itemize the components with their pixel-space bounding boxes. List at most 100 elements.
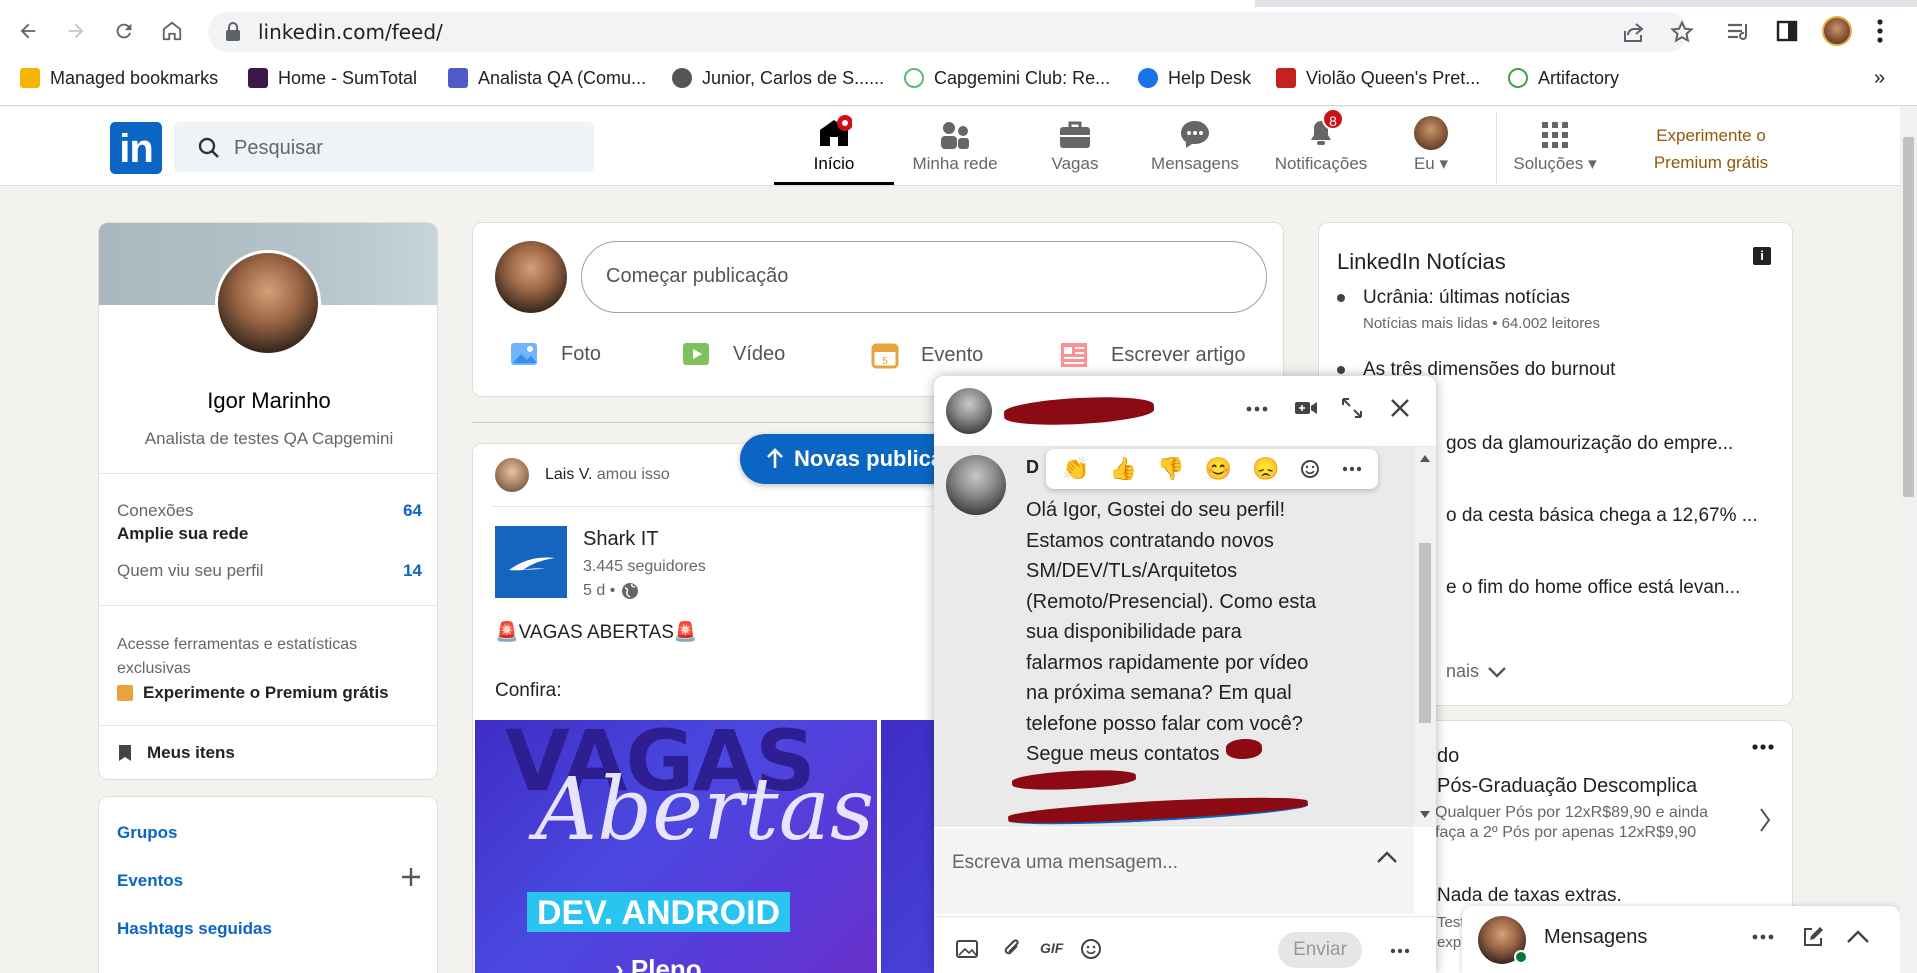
profile-avatar[interactable] — [1822, 16, 1852, 46]
more-bookmarks-icon[interactable]: » — [1874, 66, 1885, 90]
chevron-right-icon[interactable] — [1759, 807, 1771, 833]
connections-row[interactable]: Conexões Amplie sua rede 64 — [117, 501, 422, 544]
linkedin-logo[interactable]: in — [110, 122, 162, 174]
profile-photo[interactable] — [215, 250, 321, 356]
add-event-icon[interactable] — [399, 865, 423, 889]
info-icon[interactable]: i — [1753, 247, 1771, 265]
me-avatar — [1414, 116, 1448, 150]
bookmark-capgemini[interactable]: Capgemini Club: Re... — [904, 66, 1110, 90]
messaging-bar[interactable]: Mensagens — [1462, 906, 1900, 973]
ad-more-icon[interactable] — [1751, 743, 1775, 751]
expand-icon[interactable] — [1340, 396, 1364, 420]
viewers-count: 14 — [403, 561, 422, 580]
search-input[interactable]: Pesquisar — [174, 122, 594, 172]
emoji-icon[interactable] — [1080, 938, 1102, 960]
bullet — [1337, 366, 1345, 374]
nav-network[interactable]: Minha rede — [900, 110, 1010, 185]
write-article-button[interactable]: Escrever artigo — [1059, 341, 1246, 369]
add-reaction-icon[interactable] — [1300, 458, 1322, 480]
chat-window: D Olá Igor, Gostei do seu perfil! Estamo… — [934, 376, 1436, 973]
chevron-up-icon[interactable] — [1376, 850, 1398, 864]
briefcase-icon — [1058, 110, 1092, 150]
chat-scrollbar[interactable] — [1414, 447, 1436, 827]
company-name[interactable]: Shark IT — [583, 528, 659, 551]
share-icon[interactable] — [1622, 21, 1646, 43]
side-panel-icon[interactable] — [1776, 20, 1798, 42]
scroll-down-icon[interactable] — [1420, 811, 1430, 818]
event-button[interactable]: 5 Evento — [871, 341, 983, 369]
gif-button[interactable]: GIF — [1040, 940, 1063, 956]
premium-promo-link[interactable]: Experimente o Premium grátis — [117, 683, 389, 703]
send-button[interactable]: Enviar — [1278, 932, 1362, 968]
divider — [99, 473, 437, 474]
nav-home[interactable]: Início — [774, 110, 894, 185]
star-icon[interactable] — [1670, 20, 1694, 44]
forward-icon[interactable] — [58, 13, 94, 49]
composer-avatar[interactable] — [495, 241, 567, 313]
messaging-more-icon[interactable] — [1752, 934, 1774, 940]
reload-icon[interactable] — [106, 13, 142, 49]
bookmark-sumtotal[interactable]: Home - SumTotal — [248, 66, 417, 90]
profile-name[interactable]: Igor Marinho — [99, 388, 437, 414]
bookmark-artifactory[interactable]: Artifactory — [1508, 66, 1619, 90]
groups-link[interactable]: Grupos — [117, 823, 177, 843]
globe-icon — [672, 68, 692, 88]
bookmark-violao[interactable]: Violão Queen's Pret... — [1276, 66, 1480, 90]
page-scroll-thumb[interactable] — [1903, 137, 1914, 497]
ad-title[interactable]: Pós-Graduação Descomplica — [1437, 775, 1697, 798]
company-logo[interactable] — [495, 526, 567, 598]
home-icon[interactable] — [154, 13, 190, 49]
news-item[interactable]: gos da glamourização do empre... — [1446, 433, 1733, 455]
page-scrollbar[interactable] — [1900, 107, 1917, 973]
news-item[interactable]: o da cesta básica chega a 12,67% ... — [1446, 505, 1758, 527]
photo-button[interactable]: Foto — [509, 341, 601, 367]
nav-notifications[interactable]: 8 Notificações — [1260, 108, 1382, 185]
clap-icon[interactable]: 👏 — [1062, 456, 1089, 482]
nav-me[interactable]: Eu ▾ — [1396, 110, 1466, 185]
scroll-thumb[interactable] — [1419, 543, 1431, 723]
bookmark-teams[interactable]: Analista QA (Comu... — [448, 66, 646, 90]
saved-items-link[interactable]: Meus itens — [117, 743, 235, 763]
bookmark-helpdesk[interactable]: Help Desk — [1138, 66, 1251, 90]
message-body: Olá Igor, Gostei do seu perfil! Estamos … — [1026, 499, 1317, 765]
nav-messaging[interactable]: Mensagens — [1140, 110, 1250, 185]
chat-more-icon[interactable] — [1246, 406, 1268, 412]
nav-solutions[interactable]: Soluções ▾ — [1500, 110, 1610, 185]
show-more-news[interactable]: nais — [1446, 661, 1507, 682]
news-item[interactable]: Ucrânia: últimas notícias Notícias mais … — [1337, 287, 1777, 332]
bookmark-managed[interactable]: Managed bookmarks — [20, 66, 218, 90]
compose-icon[interactable] — [1802, 926, 1824, 948]
smile-icon[interactable]: 😊 — [1205, 456, 1232, 482]
start-post-input[interactable]: Começar publicação — [581, 241, 1267, 313]
chevron-up-icon[interactable] — [1846, 930, 1870, 944]
sender-avatar[interactable] — [946, 455, 1006, 515]
post-image[interactable]: VAGAS Abertas DEV. ANDROID › Pleno — [475, 720, 877, 973]
nav-jobs[interactable]: Vagas — [1030, 110, 1120, 185]
lock-icon[interactable] — [224, 21, 242, 43]
reaction-more-icon[interactable] — [1342, 466, 1362, 472]
events-link[interactable]: Eventos — [117, 871, 183, 891]
message-input[interactable]: Escreva uma mensagem... — [934, 828, 1414, 914]
hashtags-link[interactable]: Hashtags seguidas — [117, 919, 272, 939]
scroll-up-icon[interactable] — [1420, 455, 1430, 462]
reading-list-icon[interactable] — [1726, 20, 1752, 44]
video-button[interactable]: Vídeo — [681, 341, 785, 367]
bookmark-junior[interactable]: Junior, Carlos de S...... — [672, 66, 884, 90]
image-attach-icon[interactable] — [956, 940, 978, 958]
caret-down-icon: ▾ — [1588, 154, 1597, 173]
thumbs-down-icon[interactable]: 👎 — [1157, 456, 1184, 482]
news-item[interactable]: e o fim do home office está levan... — [1446, 577, 1740, 599]
sad-icon[interactable]: 😞 — [1252, 456, 1279, 482]
url-text[interactable]: linkedin.com/feed/ — [258, 20, 443, 44]
kebab-menu-icon[interactable] — [1876, 18, 1884, 44]
liker-avatar[interactable] — [495, 458, 529, 492]
premium-link[interactable]: Experimente o Premium grátis — [1630, 122, 1792, 176]
chat-contact-avatar[interactable] — [946, 388, 992, 434]
profile-viewers-row[interactable]: Quem viu seu perfil 14 — [117, 561, 422, 581]
send-options-icon[interactable] — [1390, 948, 1410, 954]
attach-file-icon[interactable] — [1002, 938, 1022, 960]
close-icon[interactable] — [1390, 398, 1410, 418]
thumbs-up-icon[interactable]: 👍 — [1110, 456, 1137, 482]
video-call-icon[interactable] — [1294, 398, 1318, 418]
back-icon[interactable] — [10, 13, 46, 49]
